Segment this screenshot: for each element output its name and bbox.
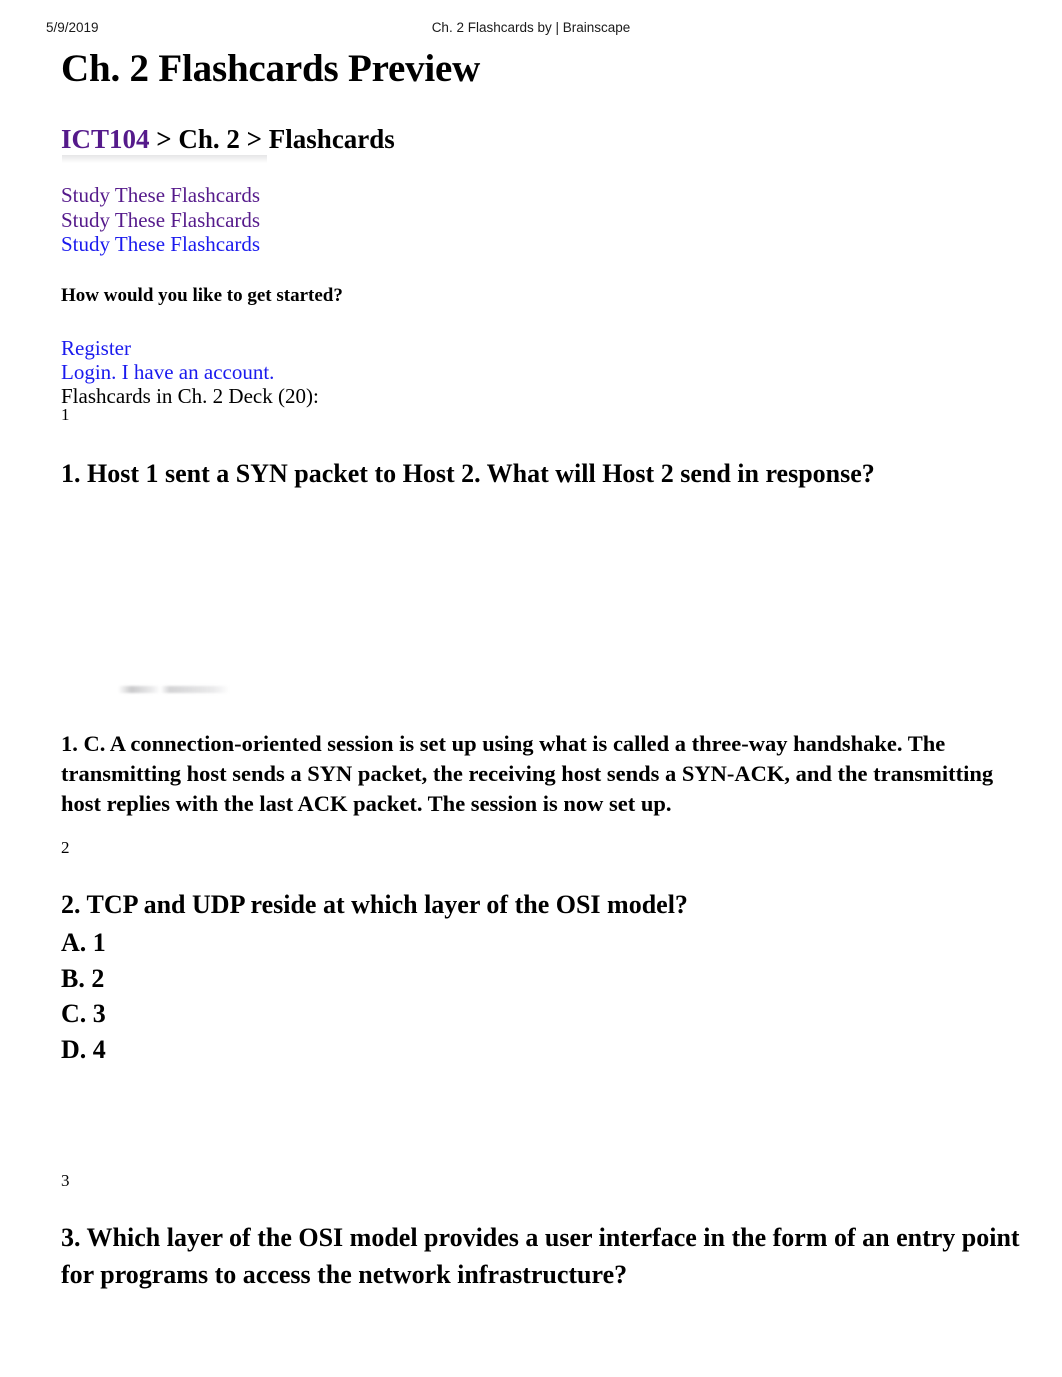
page-title: Ch. 2 Flashcards Preview (61, 47, 481, 90)
card-choices-2: A. 1 B. 2 C. 3 D. 4 (61, 925, 106, 1067)
breadcrumb-course-link[interactable]: ICT104 (61, 124, 150, 154)
card-index-3: 3 (61, 1171, 70, 1190)
account-links-group: Register Login. I have an account. (61, 336, 274, 384)
card-question-3: 3. Which layer of the OSI model provides… (61, 1223, 1020, 1289)
study-links-group: Study These Flashcards Study These Flash… (61, 183, 260, 257)
card-index-2: 2 (61, 838, 70, 857)
breadcrumb-trail: > Ch. 2 > Flashcards (149, 124, 395, 154)
card-choice-2-d[interactable]: D. 4 (61, 1032, 106, 1068)
print-page-title: Ch. 2 Flashcards by | Brainscape (431, 20, 631, 35)
breadcrumb-highlight-remnant (62, 155, 267, 163)
card-question-1: 1. Host 1 sent a SYN packet to Host 2. W… (61, 459, 875, 488)
deck-card-count: Flashcards in Ch. 2 Deck (20): (61, 384, 319, 408)
card-answer-1: 1. C. A connection-oriented session is s… (61, 731, 994, 816)
card-question-2: 2. TCP and UDP reside at which layer of … (61, 890, 688, 919)
card-question-1-clip: 1. Host 1 sent a SYN packet to Host 2. W… (61, 455, 921, 521)
card-choice-2-c[interactable]: C. 3 (61, 996, 106, 1032)
study-flashcards-link-2[interactable]: Study These Flashcards (61, 208, 260, 233)
study-flashcards-link-1[interactable]: Study These Flashcards (61, 183, 260, 208)
card-index-1: 1 (61, 405, 70, 424)
faded-text-remnant (118, 686, 230, 693)
breadcrumb: ICT104 > Ch. 2 > Flashcards (61, 124, 395, 155)
register-link[interactable]: Register (61, 336, 274, 360)
card-choice-2-a[interactable]: A. 1 (61, 925, 106, 961)
card-choice-2-b[interactable]: B. 2 (61, 961, 106, 997)
login-link[interactable]: Login. I have an account. (61, 360, 274, 384)
print-header: 5/9/2019 Ch. 2 Flashcards by | Brainscap… (0, 20, 1062, 42)
get-started-prompt: How would you like to get started? (61, 285, 343, 306)
study-flashcards-link-3[interactable]: Study These Flashcards (61, 232, 260, 257)
